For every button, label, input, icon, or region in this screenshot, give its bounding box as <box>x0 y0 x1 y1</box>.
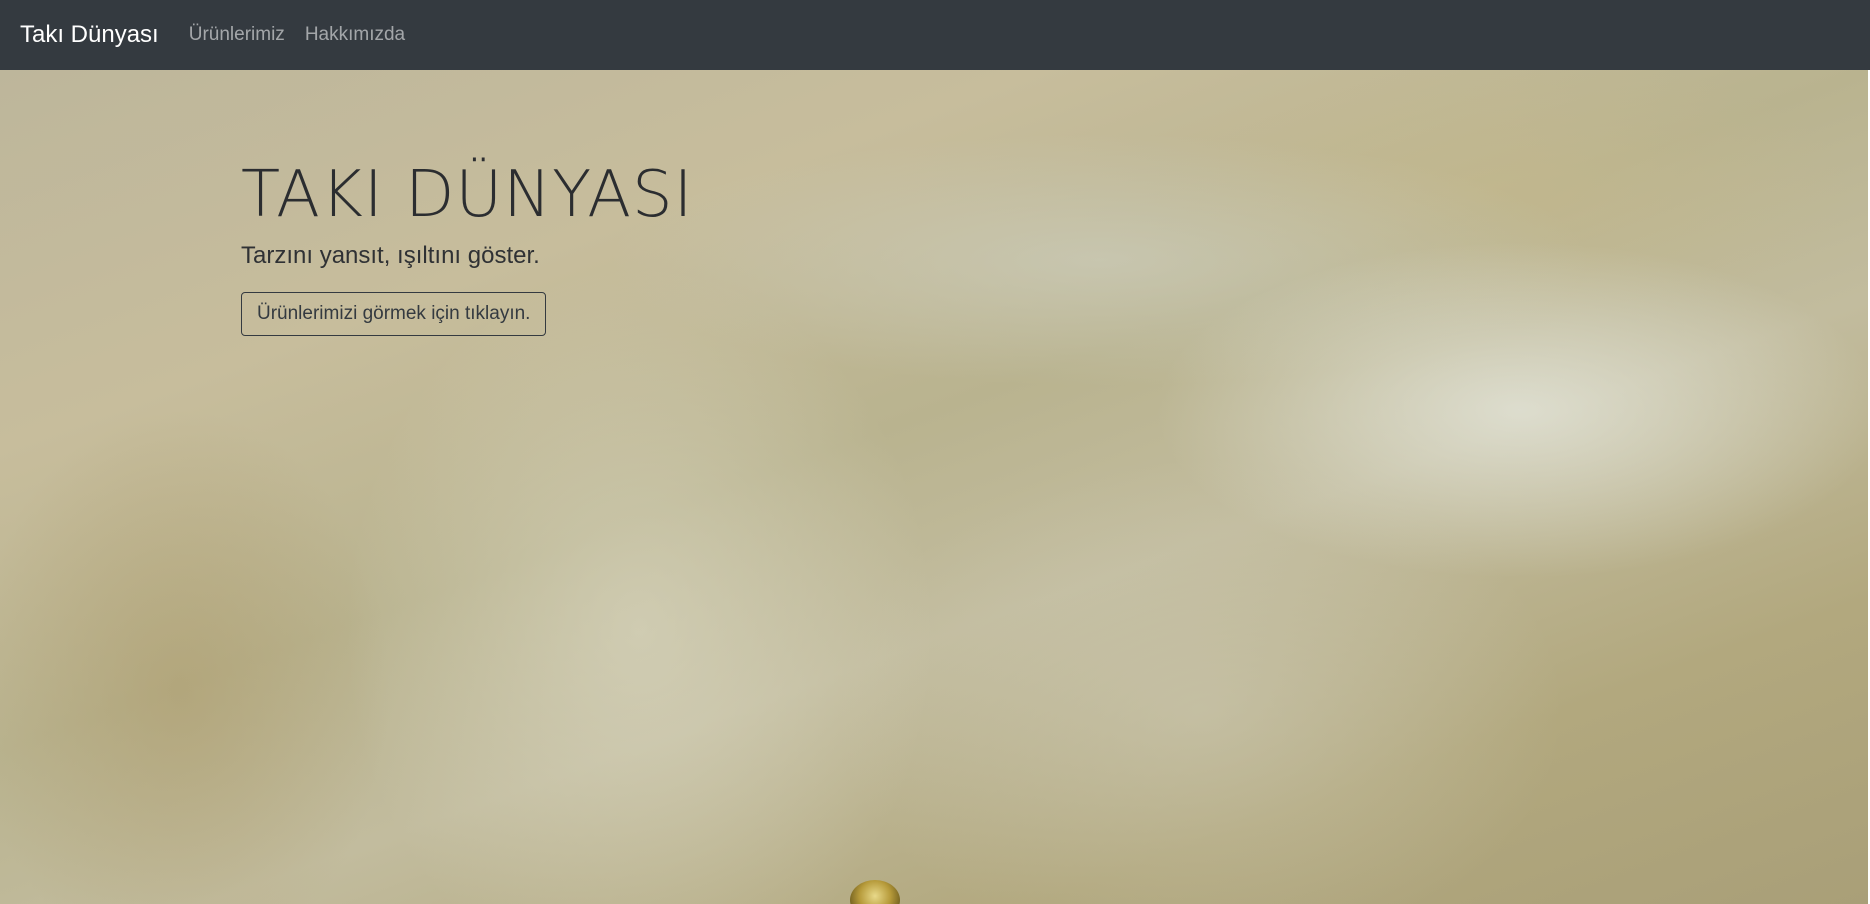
view-products-button[interactable]: Ürünlerimizi görmek için tıklayın. <box>241 292 547 337</box>
hero-content: TAKI DÜNYASI Tarzını yansıt, ışıltını gö… <box>241 158 694 337</box>
hero-subtitle: Tarzını yansıt, ışıltını göster. <box>241 242 540 270</box>
navbar: Takı Dünyası Ürünlerimiz Hakkımızda <box>0 0 1870 70</box>
hero-section: TAKI DÜNYASI Tarzını yansıt, ışıltını gö… <box>0 70 1868 904</box>
nav-link-hakkimizda[interactable]: Hakkımızda <box>305 24 405 46</box>
hero-title: TAKI DÜNYASI <box>241 158 694 232</box>
jewelry-image <box>850 880 900 904</box>
brand-link[interactable]: Takı Dünyası <box>20 21 159 49</box>
nav-link-urunlerimiz[interactable]: Ürünlerimiz <box>189 24 285 46</box>
